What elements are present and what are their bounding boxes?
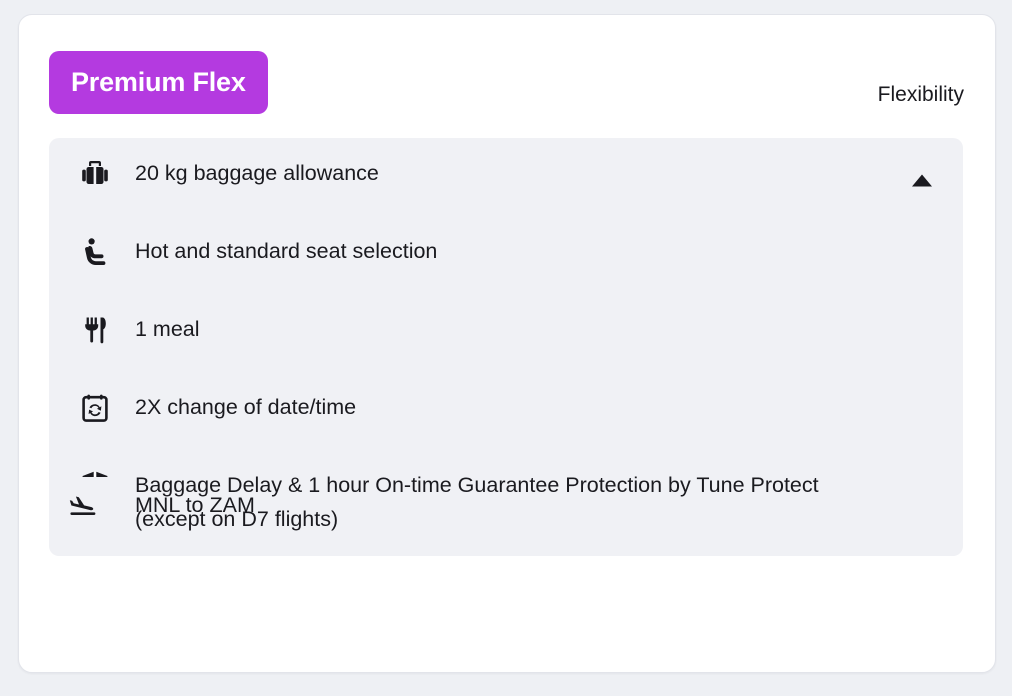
caret-up-icon[interactable] <box>905 170 939 190</box>
benefit-label: Hot and standard seat selection <box>135 234 437 268</box>
route-row[interactable]: MNL to ZAM <box>49 477 255 533</box>
meal-cutlery-icon <box>75 310 115 350</box>
benefit-row-baggage: 20 kg baggage allowance <box>49 156 963 212</box>
benefit-label: 2X change of date/time <box>135 390 356 424</box>
benefit-row-meal: 1 meal <box>49 312 963 368</box>
fare-type-badge[interactable]: Premium Flex <box>49 51 268 114</box>
calendar-change-icon <box>75 388 115 428</box>
airline-seat-icon <box>75 232 115 272</box>
plane-landing-icon <box>49 477 117 533</box>
benefit-row-seat: Hot and standard seat selection <box>49 234 963 290</box>
benefit-label: 1 meal <box>135 312 200 346</box>
benefit-row-date-change: 2X change of date/time <box>49 390 963 446</box>
benefit-label: 20 kg baggage allowance <box>135 156 379 190</box>
flexibility-label: Flexibility <box>878 83 964 107</box>
card-header: Premium Flex Flexibility <box>19 15 995 114</box>
suitcase-icon <box>75 154 115 194</box>
route-label: MNL to ZAM <box>135 493 255 518</box>
fare-card: Premium Flex Flexibility 20 kg baggage a… <box>18 14 996 673</box>
